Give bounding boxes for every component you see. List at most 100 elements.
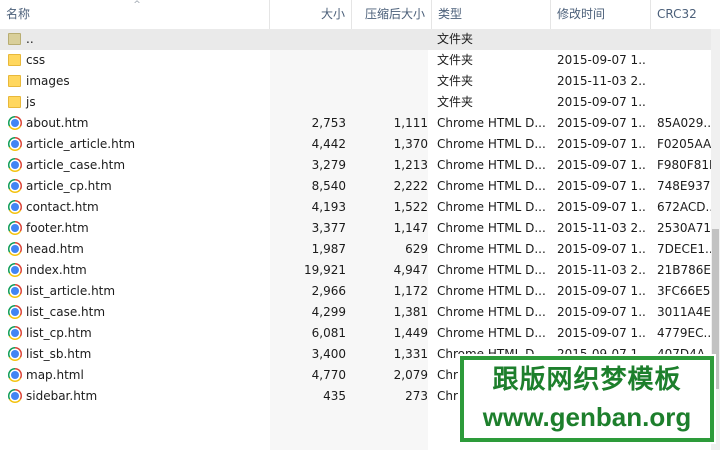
file-row[interactable]: contact.htm 4,193 1,522 Chrome HTML D... 201… (0, 197, 720, 218)
file-type: Chrome HTML D... (437, 326, 546, 340)
file-name: index.htm (26, 263, 87, 277)
file-size (270, 50, 346, 71)
file-row[interactable]: head.htm 1,987 629 Chrome HTML D... 2015-09-… (0, 239, 720, 260)
chrome-icon (8, 179, 22, 193)
file-row[interactable]: images 文件夹 2015-11-03 2... (0, 71, 720, 92)
chrome-icon (8, 326, 22, 340)
file-name-cell: about.htm (8, 113, 270, 134)
file-type: 文件夹 (437, 53, 474, 67)
column-header-crc32[interactable]: CRC32 (651, 0, 720, 29)
file-name: list_case.htm (26, 305, 106, 319)
file-compressed-size: 1,522 (393, 200, 428, 214)
folder-icon (8, 54, 21, 66)
column-header-compressed-size[interactable]: 压缩后大小 (352, 0, 432, 29)
file-name-cell: list_cp.htm (8, 323, 270, 344)
file-row[interactable]: .. 文件夹 (0, 29, 720, 50)
chrome-icon (8, 368, 22, 382)
file-type: Chrome HTML D... (437, 242, 546, 256)
file-size: 8,540 (311, 179, 346, 193)
column-header-bar: 名称 ^ 大小 压缩后大小 类型 修改时间 CRC32 (0, 0, 720, 30)
file-crc32 (657, 50, 719, 71)
file-modified: 2015-09-07 1... (557, 305, 647, 319)
file-compressed-size: 629 (405, 242, 428, 256)
file-size: 2,966 (311, 284, 346, 298)
file-modified: 2015-09-07 1... (557, 95, 647, 109)
file-modified: 2015-09-07 1... (557, 116, 647, 130)
chrome-icon (8, 284, 22, 298)
file-name-cell: head.htm (8, 239, 270, 260)
file-name-cell: list_article.htm (8, 281, 270, 302)
file-crc32: F980F81B (657, 158, 718, 172)
file-type: Chrome HTML D... (437, 263, 546, 277)
file-size: 6,081 (311, 326, 346, 340)
column-header-type[interactable]: 类型 (432, 0, 551, 29)
file-type: Chrome HTML D... (437, 200, 546, 214)
file-crc32: 748E9370 (657, 179, 719, 193)
chrome-icon (8, 263, 22, 277)
file-type: Chrome HTML D... (437, 221, 546, 235)
file-size: 3,400 (311, 347, 346, 361)
file-modified: 2015-09-07 1... (557, 284, 647, 298)
file-compressed-size (352, 71, 428, 92)
file-name: list_cp.htm (26, 326, 92, 340)
file-modified: 2015-09-07 1... (557, 200, 647, 214)
file-crc32 (657, 29, 719, 50)
folder-icon (8, 75, 21, 87)
file-name: js (26, 95, 36, 109)
file-size: 435 (323, 389, 346, 403)
file-name-cell: article_case.htm (8, 155, 270, 176)
column-header-size[interactable]: 大小 (270, 0, 352, 29)
file-name-cell: map.html (8, 365, 270, 386)
file-row[interactable]: list_article.htm 2,966 1,172 Chrome HTML D.… (0, 281, 720, 302)
file-name-cell: contact.htm (8, 197, 270, 218)
file-crc32: 3FC66E50 (657, 284, 719, 298)
file-type: 文件夹 (437, 74, 474, 88)
file-name: list_sb.htm (26, 347, 92, 361)
chrome-icon (8, 158, 22, 172)
file-row[interactable]: js 文件夹 2015-09-07 1... (0, 92, 720, 113)
chrome-icon (8, 116, 22, 130)
file-crc32: 21B786EA (657, 263, 719, 277)
file-modified: 2015-09-07 1... (557, 137, 647, 151)
file-type: 文件夹 (437, 32, 474, 46)
file-name: article_article.htm (26, 137, 136, 151)
file-size: 1,987 (311, 242, 346, 256)
file-row[interactable]: css 文件夹 2015-09-07 1... (0, 50, 720, 71)
file-compressed-size (352, 92, 428, 113)
file-compressed-size: 1,172 (393, 284, 428, 298)
file-name-cell: css (8, 50, 270, 71)
file-name-cell: article_cp.htm (8, 176, 270, 197)
file-name: article_case.htm (26, 158, 126, 172)
file-compressed-size: 273 (405, 389, 428, 403)
file-crc32: F0205AA4 (657, 137, 719, 151)
file-name: sidebar.htm (26, 389, 98, 403)
file-size (270, 29, 346, 50)
file-row[interactable]: index.htm 19,921 4,947 Chrome HTML D... 2015… (0, 260, 720, 281)
file-compressed-size: 1,331 (393, 347, 428, 361)
file-size (270, 71, 346, 92)
file-compressed-size: 1,111 (393, 116, 428, 130)
file-size: 4,442 (311, 137, 346, 151)
file-name: contact.htm (26, 200, 99, 214)
file-type: 文件夹 (437, 95, 474, 109)
file-modified: 2015-09-07 1... (557, 326, 647, 340)
chrome-icon (8, 389, 22, 403)
file-row[interactable]: list_case.htm 4,299 1,381 Chrome HTML D... 2… (0, 302, 720, 323)
chrome-icon (8, 242, 22, 256)
file-compressed-size: 1,370 (393, 137, 428, 151)
file-size: 4,770 (311, 368, 346, 382)
file-crc32: 85A029... (657, 116, 715, 130)
file-row[interactable]: article_cp.htm 8,540 2,222 Chrome HTML D...… (0, 176, 720, 197)
file-row[interactable]: article_case.htm 3,279 1,213 Chrome HTML D.… (0, 155, 720, 176)
file-row[interactable]: footer.htm 3,377 1,147 Chrome HTML D... 2015… (0, 218, 720, 239)
file-row[interactable]: article_article.htm 4,442 1,370 Chrome HTML… (0, 134, 720, 155)
column-header-modified[interactable]: 修改时间 (551, 0, 651, 29)
file-compressed-size (352, 50, 428, 71)
file-modified: 2015-11-03 2... (557, 263, 647, 277)
file-row[interactable]: about.htm 2,753 1,111 Chrome HTML D... 2015-… (0, 113, 720, 134)
file-name-cell: list_sb.htm (8, 344, 270, 365)
file-name-cell: index.htm (8, 260, 270, 281)
file-size: 4,299 (311, 305, 346, 319)
file-name: map.html (26, 368, 84, 382)
file-row[interactable]: list_cp.htm 6,081 1,449 Chrome HTML D... 201… (0, 323, 720, 344)
